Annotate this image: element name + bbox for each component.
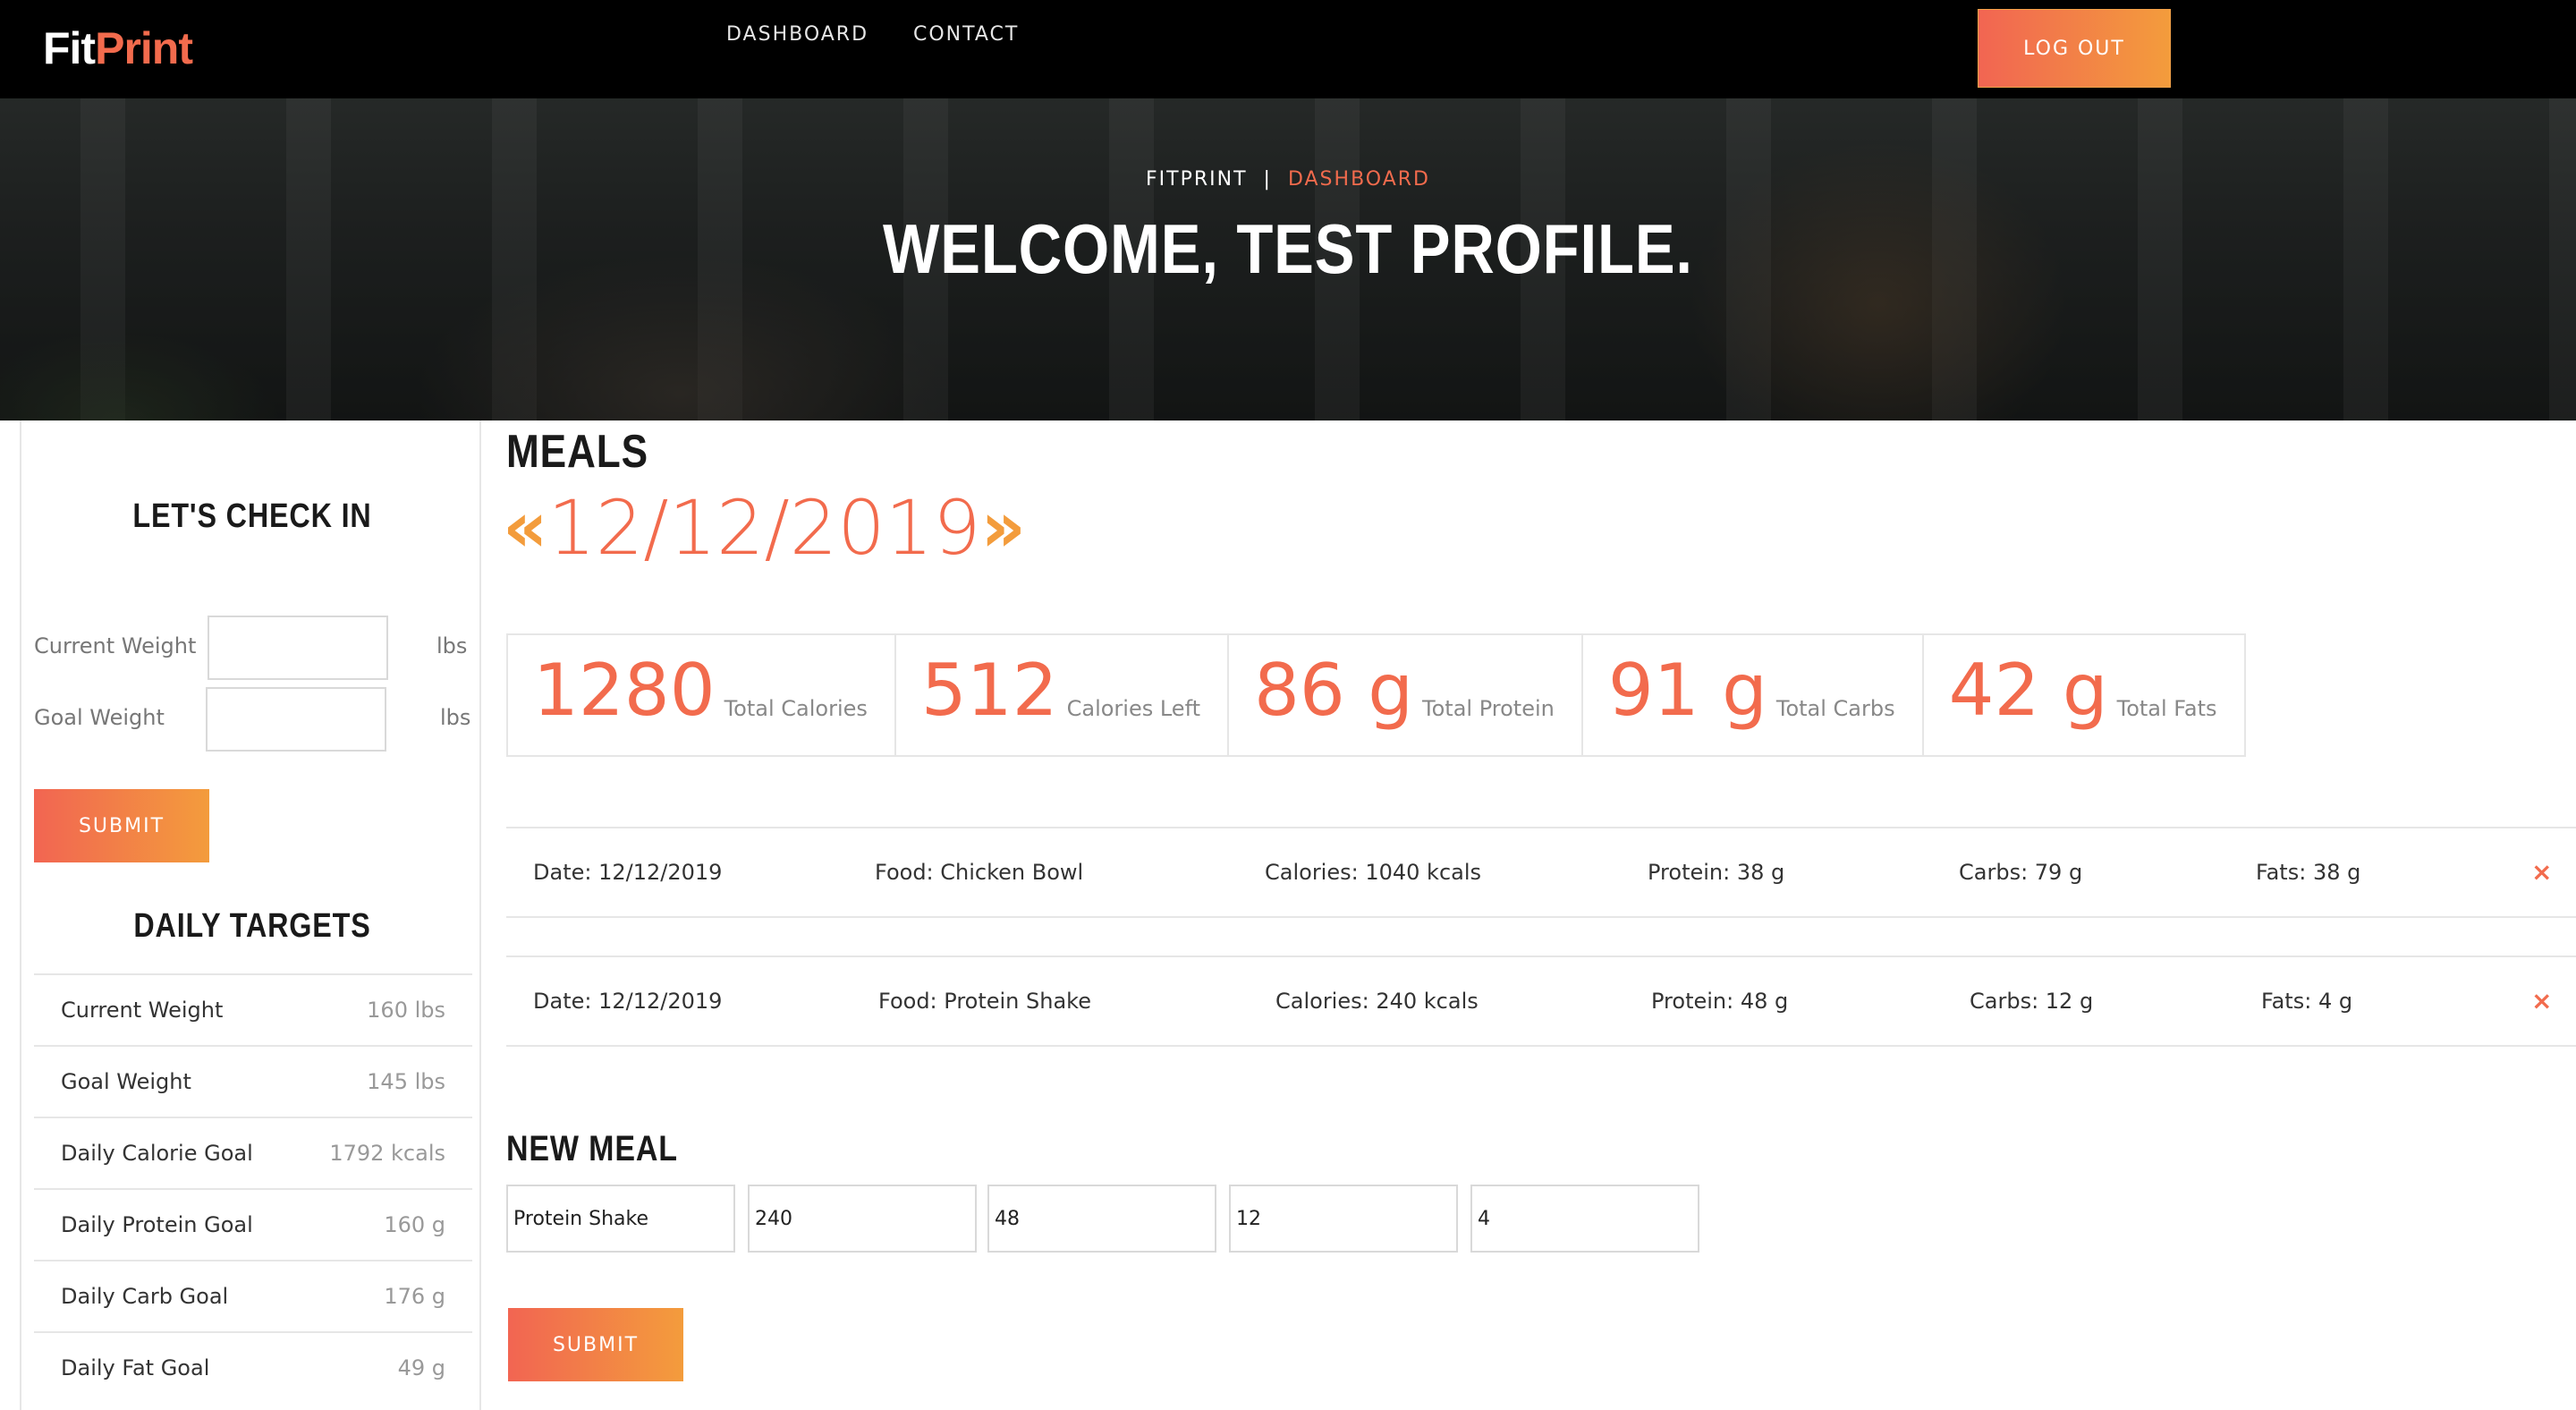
prev-date-button[interactable]: « (503, 483, 547, 573)
delete-meal-icon[interactable]: × (2531, 957, 2552, 1045)
target-name: Current Weight (61, 998, 224, 1023)
meal-food: Food: Protein Shake (878, 989, 1091, 1014)
target-row-goal-weight: Goal Weight 145 lbs (34, 1045, 472, 1117)
next-date-button[interactable]: » (981, 483, 1026, 573)
target-name: Goal Weight (61, 1069, 191, 1094)
summary-total-calories: 1280 Total Calories (508, 635, 896, 755)
summary-total-fats: 42 g Total Fats (1924, 635, 2244, 755)
nav-dashboard-link[interactable]: DASHBOARD (726, 21, 869, 48)
target-row-calorie-goal: Daily Calorie Goal 1792 kcals (34, 1117, 472, 1188)
target-value: 160 g (384, 1212, 445, 1237)
current-date: 12/12/2019 (547, 484, 981, 572)
new-meal-submit-button[interactable]: SUBMIT (508, 1308, 683, 1381)
meal-fats: Fats: 4 g (2261, 989, 2353, 1014)
summary-label: Total Calories (724, 696, 868, 721)
page-title: WELCOME, TEST PROFILE. (883, 209, 1693, 288)
breadcrumb: FITPRINT | DASHBOARD (0, 166, 2576, 193)
target-row-carb-goal: Daily Carb Goal 176 g (34, 1260, 472, 1331)
new-meal-carbs-input[interactable] (1229, 1185, 1458, 1253)
delete-meal-icon[interactable]: × (2531, 828, 2552, 916)
fitprint-logo[interactable]: FitPrint (43, 21, 193, 75)
summary-total-protein: 86 g Total Protein (1229, 635, 1583, 755)
new-meal-calories-input[interactable] (748, 1185, 977, 1253)
meal-protein: Protein: 48 g (1651, 989, 1789, 1014)
breadcrumb-home[interactable]: FITPRINT (1146, 168, 1248, 191)
meals-title: MEALS (506, 426, 648, 478)
nutrition-summary: 1280 Total Calories 512 Calories Left 86… (506, 633, 2246, 757)
target-row-protein-goal: Daily Protein Goal 160 g (34, 1188, 472, 1260)
meal-row: Date: 12/12/2019 Food: Chicken Bowl Calo… (506, 827, 2576, 918)
checkin-title: LET'S CHECK IN (132, 497, 372, 535)
meal-fats: Fats: 38 g (2256, 860, 2361, 885)
meal-food: Food: Chicken Bowl (875, 860, 1084, 885)
logo-print-text: Print (95, 23, 193, 73)
goal-weight-input[interactable] (206, 687, 386, 752)
nav-contact-link[interactable]: CONTACT (913, 21, 1019, 48)
daily-targets-list: Current Weight 160 lbs Goal Weight 145 l… (34, 973, 472, 1403)
meal-calories: Calories: 1040 kcals (1265, 860, 1482, 885)
target-value: 1792 kcals (329, 1141, 445, 1166)
new-meal-food-input[interactable] (506, 1185, 735, 1253)
summary-label: Total Fats (2116, 696, 2217, 721)
hero-banner: FITPRINT | DASHBOARD WELCOME, TEST PROFILE… (0, 98, 2576, 420)
meal-date: Date: 12/12/2019 (533, 989, 723, 1014)
summary-label: Total Carbs (1775, 696, 1895, 721)
target-name: Daily Carb Goal (61, 1284, 229, 1309)
target-name: Daily Protein Goal (61, 1212, 253, 1237)
summary-calories-left: 512 Calories Left (896, 635, 1230, 755)
target-row-fat-goal: Daily Fat Goal 49 g (34, 1331, 472, 1403)
logout-button[interactable]: LOG OUT (1978, 9, 2171, 88)
target-name: Daily Calorie Goal (61, 1141, 253, 1166)
summary-value: 1280 (533, 649, 716, 732)
target-name: Daily Fat Goal (61, 1355, 210, 1380)
meal-carbs: Carbs: 79 g (1959, 860, 2083, 885)
sidebar: LET'S CHECK IN Current Weight lbs Goal W… (20, 420, 481, 1410)
target-value: 160 lbs (367, 998, 445, 1023)
meal-calories: Calories: 240 kcals (1275, 989, 1479, 1014)
meal-carbs: Carbs: 12 g (1970, 989, 2094, 1014)
summary-value: 42 g (1948, 649, 2108, 732)
goal-weight-unit: lbs (440, 705, 471, 730)
summary-label: Calories Left (1066, 696, 1201, 721)
checkin-submit-button[interactable]: SUBMIT (34, 789, 209, 862)
current-weight-label: Current Weight (34, 633, 197, 658)
goal-weight-label: Goal Weight (34, 705, 165, 730)
new-meal-title: NEW MEAL (506, 1129, 678, 1168)
summary-value: 86 g (1254, 649, 1414, 732)
current-weight-unit: lbs (436, 633, 468, 658)
meal-protein: Protein: 38 g (1648, 860, 1785, 885)
target-value: 176 g (384, 1284, 445, 1309)
breadcrumb-current: DASHBOARD (1287, 168, 1430, 191)
new-meal-protein-input[interactable] (987, 1185, 1216, 1253)
meal-date: Date: 12/12/2019 (533, 860, 723, 885)
current-weight-input[interactable] (208, 616, 388, 680)
date-navigator: « 12/12/2019 » (503, 483, 1026, 573)
summary-label: Total Protein (1422, 696, 1555, 721)
summary-value: 512 (920, 649, 1058, 732)
top-navbar: FitPrint DASHBOARD CONTACT LOG OUT (0, 0, 2576, 98)
meal-row: Date: 12/12/2019 Food: Protein Shake Cal… (506, 956, 2576, 1047)
target-value: 145 lbs (367, 1069, 445, 1094)
new-meal-fats-input[interactable] (1470, 1185, 1699, 1253)
daily-targets-title: DAILY TARGETS (133, 907, 371, 945)
summary-value: 91 g (1607, 649, 1767, 732)
summary-total-carbs: 91 g Total Carbs (1583, 635, 1924, 755)
target-value: 49 g (397, 1355, 445, 1380)
breadcrumb-separator: | (1263, 168, 1272, 191)
logo-fit-text: Fit (43, 23, 96, 73)
target-row-current-weight: Current Weight 160 lbs (34, 973, 472, 1045)
